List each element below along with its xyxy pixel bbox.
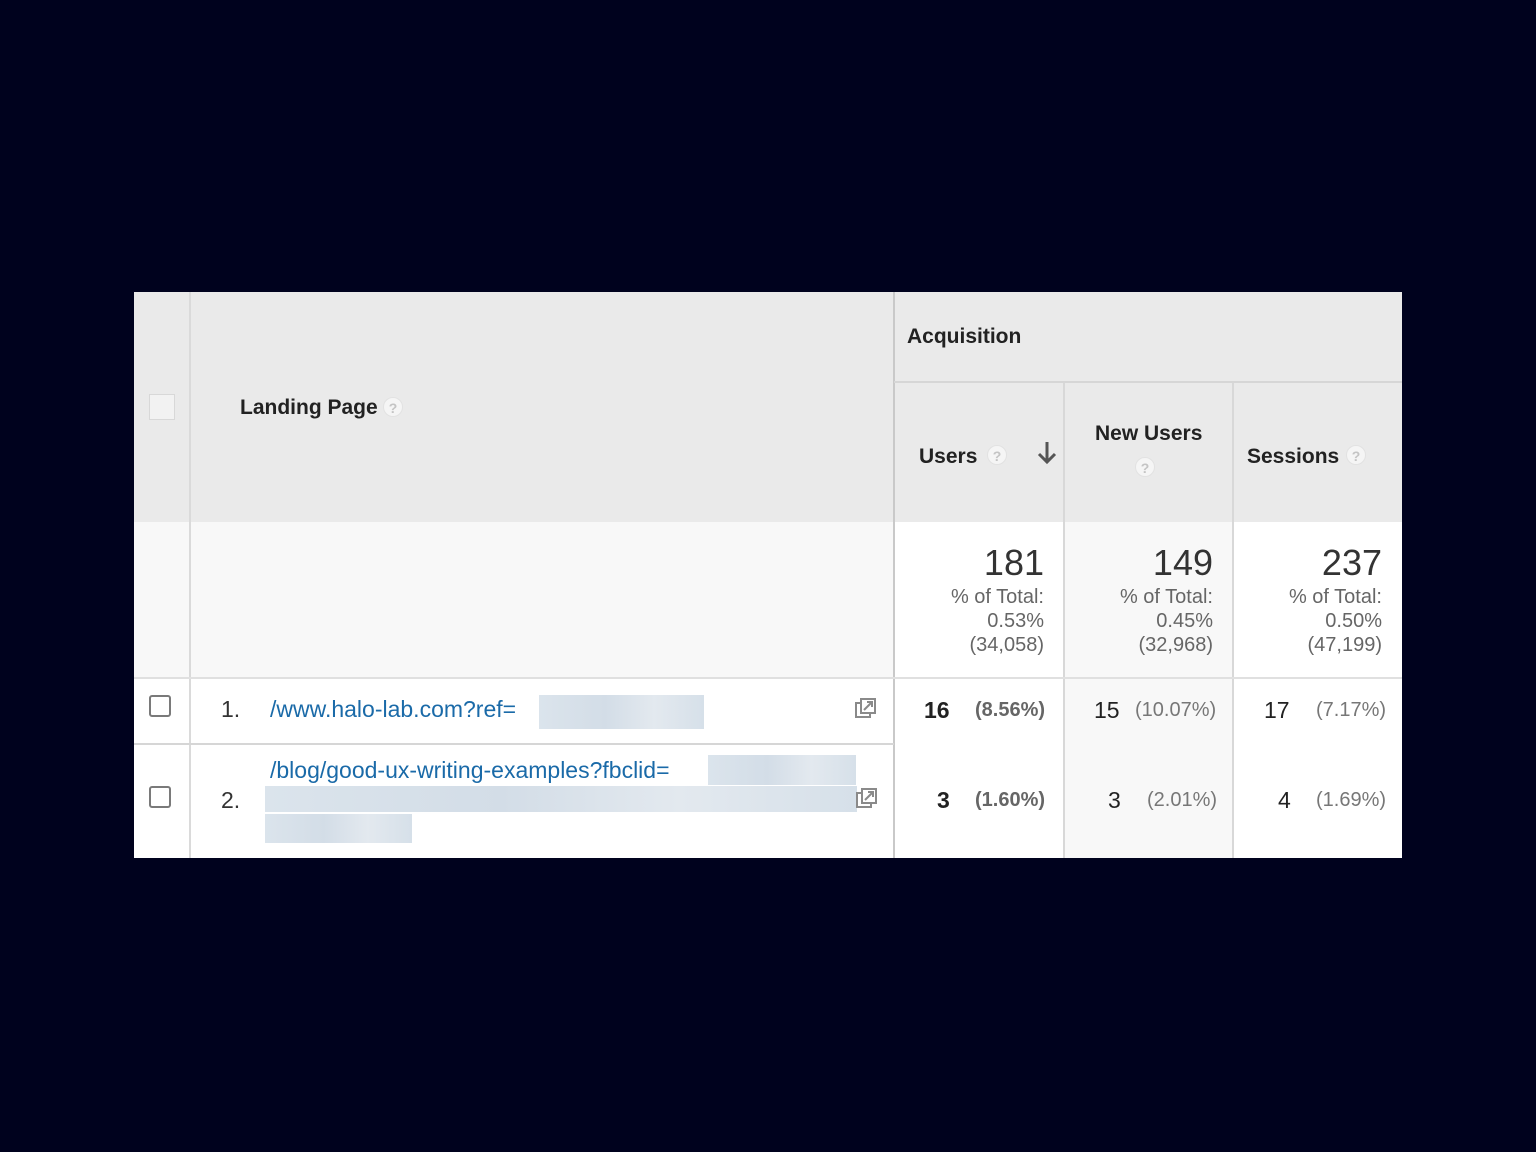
redacted-query-value [539, 695, 704, 729]
sessions-column-title[interactable]: Sessions [1247, 445, 1339, 469]
new-users-total: 149 % of Total: 0.45% (32,968) [1064, 522, 1233, 678]
row-users-value: 16 [924, 697, 950, 723]
redacted-query-value [708, 755, 856, 785]
row-sessions-percent: (1.69%) [1316, 789, 1387, 811]
help-icon[interactable]: ? [1135, 457, 1155, 477]
arrow-down-icon[interactable] [1036, 440, 1058, 466]
new-users-column-title[interactable]: New Users [1095, 422, 1202, 446]
new-users-header-cell[interactable] [1064, 382, 1233, 522]
row-new-users-percent: (2.01%) [1147, 789, 1218, 811]
users-total-overall: (34,058) [969, 634, 1045, 656]
sessions-total: 237 % of Total: 0.50% (47,199) [1233, 522, 1402, 678]
row-sessions-value: 17 [1264, 697, 1290, 723]
external-link-icon[interactable] [854, 697, 878, 721]
sessions-total-label: % of Total: [1288, 586, 1382, 608]
users-total-value: 181 [983, 542, 1044, 583]
row-new-users-value: 15 [1094, 697, 1120, 723]
row-new-users-value: 3 [1108, 787, 1121, 813]
row-sessions-value: 4 [1278, 787, 1291, 813]
redacted-query-value [265, 814, 412, 843]
users-column-title[interactable]: Users [919, 445, 977, 469]
select-all-checkbox[interactable] [149, 394, 175, 420]
help-icon[interactable]: ? [383, 397, 403, 417]
row-index: 1. [221, 696, 241, 722]
new-users-total-label: % of Total: [1119, 586, 1213, 608]
analytics-report-table: Landing Page ? Acquisition Users ? New U… [134, 292, 1402, 858]
row-select-checkbox[interactable] [149, 695, 171, 717]
row-users-percent: (8.56%) [975, 699, 1046, 721]
new-users-total-percent: 0.45% [1156, 610, 1213, 632]
summary-row-label-area [134, 522, 894, 678]
help-icon[interactable]: ? [1346, 445, 1366, 465]
users-total-percent: 0.53% [987, 610, 1044, 632]
sessions-total-overall: (47,199) [1307, 634, 1383, 656]
row-new-users-percent: (10.07%) [1135, 699, 1217, 721]
divider [189, 292, 191, 858]
redacted-query-value [265, 786, 857, 812]
landing-page-column-title: Landing Page [240, 396, 378, 419]
divider [894, 381, 1402, 383]
users-total: 181 % of Total: 0.53% (34,058) [894, 522, 1064, 678]
help-icon[interactable]: ? [987, 445, 1007, 465]
row-users-value: 3 [937, 787, 950, 813]
row-index: 2. [221, 787, 241, 813]
sessions-total-percent: 0.50% [1325, 610, 1382, 632]
landing-page-link[interactable]: /www.halo-lab.com?ref= [270, 696, 516, 723]
divider [134, 743, 894, 745]
sessions-total-value: 237 [1321, 542, 1382, 583]
row-users-percent: (1.60%) [975, 789, 1046, 811]
new-users-total-value: 149 [1152, 542, 1213, 583]
acquisition-group-title: Acquisition [907, 325, 1022, 348]
external-link-icon[interactable] [855, 787, 879, 811]
landing-page-link[interactable]: /blog/good-ux-writing-examples?fbclid= [270, 757, 670, 784]
screenshot-canvas: Landing Page ? Acquisition Users ? New U… [0, 0, 1536, 1152]
users-total-label: % of Total: [950, 586, 1044, 608]
row-select-checkbox[interactable] [149, 786, 171, 808]
row-sessions-percent: (7.17%) [1316, 699, 1387, 721]
new-users-total-overall: (32,968) [1138, 634, 1214, 656]
